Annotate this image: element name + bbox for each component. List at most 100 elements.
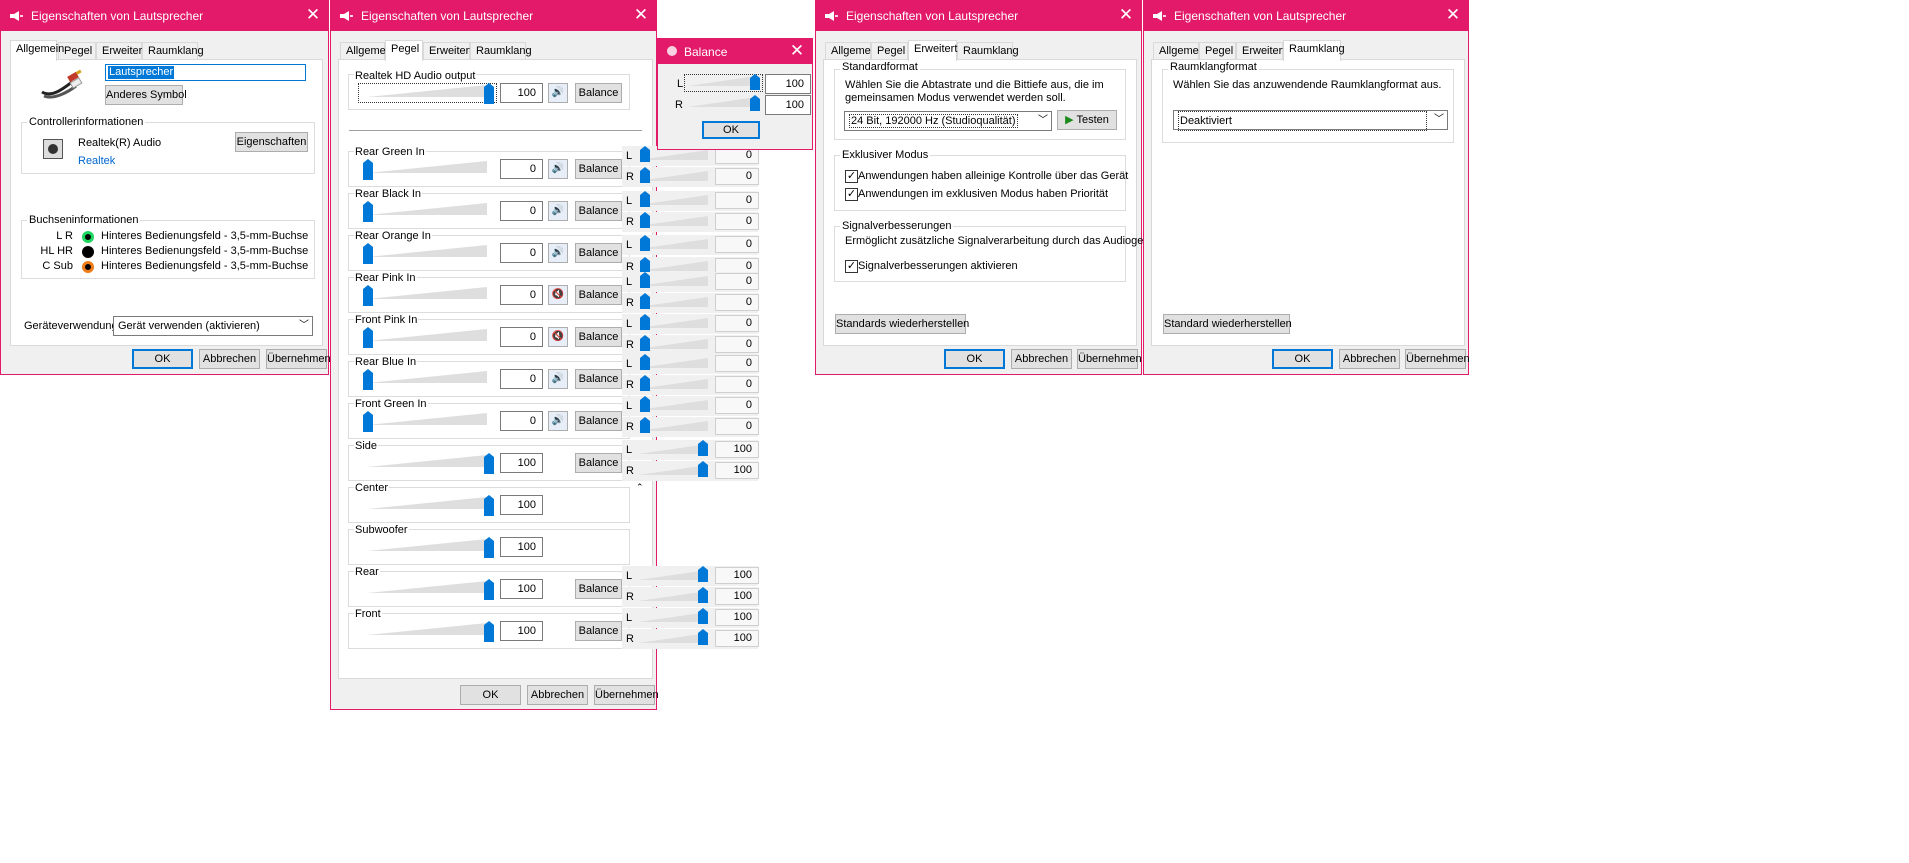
- channel-level-input[interactable]: 0: [500, 201, 543, 221]
- channel-slider-thumb[interactable]: [484, 453, 494, 474]
- channel-slider-thumb[interactable]: [363, 201, 373, 222]
- cancel-button[interactable]: Abbrechen: [1339, 349, 1400, 369]
- title-bar[interactable]: Eigenschaften von Lautsprecher ✕: [1, 1, 328, 31]
- muted-speaker-icon[interactable]: 🔇: [548, 327, 568, 347]
- balance-right-thumb[interactable]: [750, 95, 760, 111]
- balance-button[interactable]: Balance: [575, 453, 622, 473]
- cancel-button[interactable]: Abbrechen: [1011, 349, 1072, 369]
- balance-button[interactable]: Balance: [575, 411, 622, 431]
- output-slider-thumb[interactable]: [484, 83, 494, 104]
- tab-raumklang[interactable]: Raumklang: [142, 42, 204, 59]
- close-icon[interactable]: ✕: [788, 42, 806, 60]
- balance-button[interactable]: Balance: [575, 327, 622, 347]
- channel-slider-thumb[interactable]: [363, 411, 373, 432]
- device-name-input[interactable]: Lautsprecher: [105, 64, 306, 81]
- balance-button[interactable]: Balance: [575, 621, 622, 641]
- balance-ok-button[interactable]: OK: [702, 121, 760, 139]
- exclusive-priority-checkbox[interactable]: ✓: [845, 188, 858, 201]
- tab-pegel[interactable]: Pegel: [1199, 42, 1236, 59]
- speaker-icon[interactable]: 🔊: [548, 159, 568, 179]
- speaker-icon[interactable]: 🔊: [548, 201, 568, 221]
- close-icon[interactable]: ✕: [1444, 6, 1462, 24]
- close-icon[interactable]: ✕: [632, 6, 650, 24]
- controller-link[interactable]: Realtek: [78, 155, 115, 167]
- channel-level-input[interactable]: 0: [500, 411, 543, 431]
- title-bar[interactable]: Eigenschaften von Lautsprecher ✕: [331, 1, 656, 31]
- speaker-icon[interactable]: 🔊: [548, 243, 568, 263]
- enhancements-checkbox[interactable]: ✓: [845, 260, 858, 273]
- tab-erweitert[interactable]: Erweitert: [423, 42, 472, 59]
- channel-level-input[interactable]: 100: [500, 579, 543, 599]
- title-bar[interactable]: Eigenschaften von Lautsprecher ✕: [1144, 1, 1468, 31]
- channel-slider-thumb[interactable]: [484, 621, 494, 642]
- channel-slider-thumb[interactable]: [363, 285, 373, 306]
- test-button[interactable]: ▶ Testen: [1057, 110, 1117, 130]
- apply-button[interactable]: Übernehmen: [266, 349, 331, 369]
- balance-button[interactable]: Balance: [575, 201, 622, 221]
- speaker-icon[interactable]: 🔊: [548, 83, 568, 103]
- output-level-input[interactable]: 100: [500, 83, 543, 103]
- format-select[interactable]: 24 Bit, 192000 Hz (Studioqualität) ﹀: [844, 111, 1052, 131]
- apply-button[interactable]: Übernehmen: [594, 685, 659, 705]
- exclusive-control-checkbox[interactable]: ✓: [845, 170, 858, 183]
- channel-level-input[interactable]: 100: [500, 495, 543, 515]
- balance-left-thumb[interactable]: [750, 74, 760, 90]
- tab-erweitert[interactable]: Erweitert: [1236, 42, 1285, 59]
- balance-left-input[interactable]: 100: [765, 74, 811, 94]
- spatial-select[interactable]: Deaktiviert ﹀: [1173, 110, 1448, 131]
- cancel-button[interactable]: Abbrechen: [199, 349, 260, 369]
- cancel-button[interactable]: Abbrechen: [527, 685, 588, 705]
- close-icon[interactable]: ✕: [1117, 6, 1135, 24]
- ok-button[interactable]: OK: [460, 685, 521, 705]
- channel-level-input[interactable]: 0: [500, 159, 543, 179]
- tab-raumklang[interactable]: Raumklang: [957, 42, 1019, 59]
- channel-slider-thumb[interactable]: [363, 369, 373, 390]
- usage-select[interactable]: Gerät verwenden (aktivieren) ﹀: [113, 316, 313, 336]
- channel-level-input[interactable]: 0: [500, 327, 543, 347]
- tab-erweitert[interactable]: Erweitert: [908, 40, 957, 61]
- channel-level-input[interactable]: 100: [500, 537, 543, 557]
- restore-default-button[interactable]: Standard wiederherstellen: [1163, 314, 1292, 334]
- ok-button[interactable]: OK: [1272, 349, 1333, 369]
- title-bar[interactable]: Balance ✕: [658, 39, 812, 64]
- speaker-icon[interactable]: 🔊: [548, 411, 568, 431]
- apply-button[interactable]: Übernehmen: [1405, 349, 1470, 369]
- tab-allgemein[interactable]: Allgemein: [825, 42, 879, 59]
- channel-slider-thumb[interactable]: [484, 495, 494, 516]
- ok-button[interactable]: OK: [944, 349, 1005, 369]
- tab-allgemein[interactable]: Allgemein: [1153, 42, 1207, 59]
- scrollbar-up-icon[interactable]: ⌃: [636, 482, 644, 492]
- balance-right-input[interactable]: 100: [765, 95, 811, 115]
- channel-level-input[interactable]: 0: [500, 369, 543, 389]
- channel-slider-thumb[interactable]: [363, 327, 373, 348]
- close-icon[interactable]: ✕: [304, 6, 322, 24]
- channel-slider-thumb[interactable]: [484, 537, 494, 558]
- channel-level-input[interactable]: 100: [500, 453, 543, 473]
- channel-level-input[interactable]: 0: [500, 285, 543, 305]
- apply-button[interactable]: Übernehmen: [1077, 349, 1142, 369]
- restore-defaults-button[interactable]: Standards wiederherstellen: [835, 314, 969, 334]
- channel-level-input[interactable]: 0: [500, 243, 543, 263]
- balance-button[interactable]: Balance: [575, 369, 622, 389]
- tab-raumklang[interactable]: Raumklang: [1283, 40, 1345, 61]
- balance-button[interactable]: Balance: [575, 285, 622, 305]
- balance-button[interactable]: Balance: [575, 159, 622, 179]
- tab-erweitert[interactable]: Erweitert: [96, 42, 145, 59]
- balance-button[interactable]: Balance: [575, 83, 622, 103]
- tab-pegel[interactable]: Pegel: [385, 40, 423, 61]
- title-bar[interactable]: Eigenschaften von Lautsprecher ✕: [816, 1, 1141, 31]
- properties-button[interactable]: Eigenschaften: [235, 132, 308, 152]
- balance-button[interactable]: Balance: [575, 243, 622, 263]
- balance-button[interactable]: Balance: [575, 579, 622, 599]
- channel-slider-thumb[interactable]: [363, 159, 373, 180]
- change-icon-button[interactable]: Anderes Symbol: [105, 85, 187, 105]
- muted-speaker-icon[interactable]: 🔇: [548, 285, 568, 305]
- tab-allgemein[interactable]: Allgemein: [10, 40, 64, 61]
- channel-level-input[interactable]: 100: [500, 621, 543, 641]
- channel-slider-thumb[interactable]: [363, 243, 373, 264]
- tab-pegel[interactable]: Pegel: [871, 42, 908, 59]
- tab-allgemein[interactable]: Allgemein: [340, 42, 394, 59]
- tab-raumklang[interactable]: Raumklang: [470, 42, 532, 59]
- channel-slider-thumb[interactable]: [484, 579, 494, 600]
- ok-button[interactable]: OK: [132, 349, 193, 369]
